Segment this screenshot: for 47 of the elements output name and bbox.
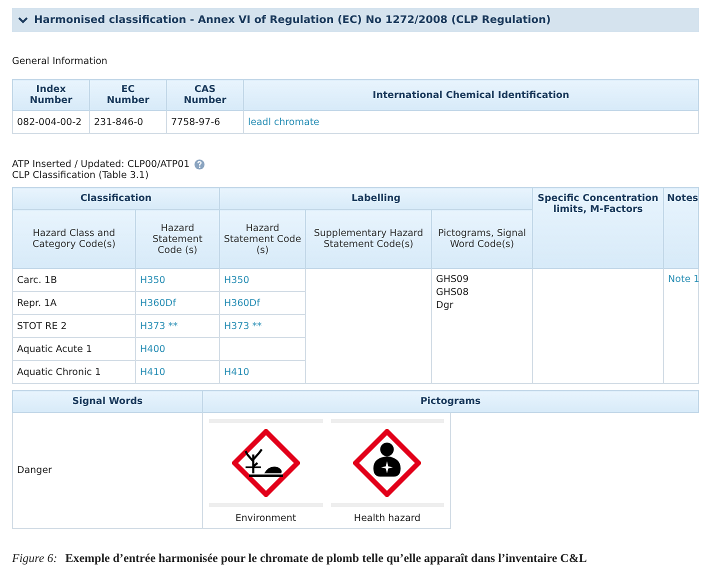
pictogram-code: GHS09	[436, 273, 470, 286]
column-header: Index Number	[12, 80, 90, 110]
table-title: CLP Classification (Table 3.1)	[12, 170, 150, 181]
table-cell: 082-004-00-2	[12, 110, 90, 134]
pictogram-code: Dgr	[436, 299, 454, 312]
signal-word: Danger	[17, 465, 52, 476]
help-icon[interactable]	[194, 159, 205, 170]
hazard-code-link[interactable]: H410	[140, 366, 166, 378]
column-header: Hazard Class and Category Code(s)	[12, 210, 136, 268]
section-header[interactable]: Harmonised classification - Annex VI of Regulation (EC) No 1272/2008 (CLP Regulation)	[12, 8, 699, 32]
health-hazard-icon	[353, 429, 422, 497]
column-header: Supplementary Hazard Statement Code(s)	[306, 210, 432, 268]
hazard-code-link[interactable]: H350	[140, 274, 166, 286]
column-header: CAS Number	[166, 80, 244, 110]
hazard-code-link[interactable]: H360Df	[224, 298, 260, 308]
table-cell: Carc. 1B	[12, 268, 136, 292]
environment-hazard-icon	[232, 429, 300, 497]
pictogram-code: GHS08	[436, 286, 470, 299]
table-cell: 231-846-0	[90, 110, 166, 134]
column-header: International Chemical Identification	[244, 80, 698, 110]
table-cell: Aquatic Chronic 1	[12, 360, 136, 384]
table-cell: STOT RE 2	[12, 314, 136, 338]
column-header: EC Number	[90, 80, 166, 110]
column-header: Hazard Statement Code (s)	[136, 210, 220, 268]
table-cell: 7758-97-6	[166, 110, 244, 134]
hazard-code-link[interactable]: H400	[140, 344, 166, 354]
hazard-code-link[interactable]: H410	[224, 366, 250, 378]
column-header: Specific Concentration limits, M-Factors	[532, 188, 664, 268]
pictogram-label: Environment	[235, 513, 296, 524]
figure-caption: Exemple d’entrée harmonisée pour le chromate de plomb telle qu’elle apparaît dans l’inventaire C&L	[65, 551, 587, 566]
hazard-code-link[interactable]: H350	[224, 274, 250, 286]
table-cell: Repr. 1A	[12, 292, 136, 314]
section-subtitle: General Information	[12, 56, 108, 67]
table-cell: Aquatic Acute 1	[12, 338, 136, 360]
column-header: Hazard Statement Code (s)	[220, 210, 306, 268]
column-header: Pictograms	[202, 390, 698, 412]
column-header: Pictograms, Signal Word Code(s)	[432, 210, 533, 268]
column-group-header: Classification	[12, 188, 220, 210]
column-header: Notes	[664, 188, 698, 268]
note-link[interactable]: Note 1	[668, 274, 700, 285]
column-group-header: Labelling	[220, 188, 533, 210]
section-title: Harmonised classification - Annex VI of Regulation (EC) No 1272/2008 (CLP Regulation)	[34, 14, 551, 26]
atp-label: ATP Inserted / Updated: CLP00/ATP01	[12, 159, 190, 170]
substance-link[interactable]: leadl chromate	[248, 116, 320, 128]
pictogram-label: Health hazard	[354, 513, 421, 524]
column-header: Signal Words	[12, 390, 202, 412]
figure-label: Figure 6:	[12, 551, 58, 566]
